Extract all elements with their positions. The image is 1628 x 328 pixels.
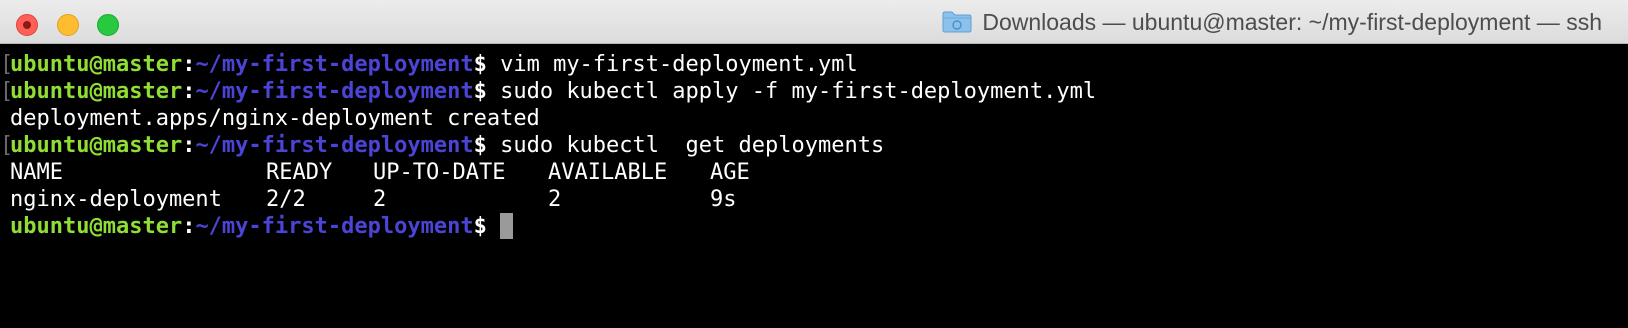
terminal-line: [ubuntu@master:~/my-first-deployment$ vi… xyxy=(0,51,1628,78)
prompt-symbol: $ xyxy=(473,79,487,104)
prompt-user-host: ubuntu@master xyxy=(10,133,183,158)
prompt-user-host: ubuntu@master xyxy=(10,214,183,239)
prompt-user-host: ubuntu@master xyxy=(10,52,183,77)
terminal-line: [ubuntu@master:~/my-first-deployment$ su… xyxy=(0,78,1628,105)
text-cursor[interactable] xyxy=(500,213,514,239)
maximize-button[interactable] xyxy=(97,14,119,36)
prompt-separator: : xyxy=(182,214,196,239)
minimize-button[interactable] xyxy=(57,14,79,36)
table-cell: 2/2 xyxy=(266,187,306,212)
prompt-symbol: $ xyxy=(473,133,487,158)
close-icon xyxy=(23,21,31,29)
window-title-text: Downloads — ubuntu@master: ~/my-first-de… xyxy=(982,8,1602,35)
terminal-content[interactable]: [ubuntu@master:~/my-first-deployment$ vi… xyxy=(0,45,1628,328)
command-text: sudo kubectl get deployments xyxy=(486,133,885,158)
window-title: Downloads — ubuntu@master: ~/my-first-de… xyxy=(942,9,1602,35)
line-bracket: [ xyxy=(0,52,14,77)
table-row: nginx-deployment 2/2 2 2 9s xyxy=(0,186,1628,213)
prompt-symbol: $ xyxy=(473,52,487,77)
prompt-separator: : xyxy=(182,79,196,104)
prompt-path: ~/my-first-deployment xyxy=(195,79,474,104)
output-text: deployment.apps/nginx-deployment created xyxy=(10,106,540,131)
table-header-cell: AGE xyxy=(710,160,750,185)
table-header-cell: AVAILABLE xyxy=(548,160,668,185)
prompt-symbol: $ xyxy=(473,214,487,239)
title-bar[interactable]: Downloads — ubuntu@master: ~/my-first-de… xyxy=(0,0,1628,44)
line-bracket: [ xyxy=(0,133,14,158)
close-button[interactable] xyxy=(16,14,38,36)
table-header-row: NAME READY UP-TO-DATE AVAILABLE AGE xyxy=(0,159,1628,186)
table-header-cell: UP-TO-DATE xyxy=(373,160,506,185)
table-cell: 2 xyxy=(373,187,387,212)
prompt-separator: : xyxy=(182,133,196,158)
folder-icon xyxy=(942,11,972,33)
table-header-cell: READY xyxy=(266,160,333,185)
table-cell: 9s xyxy=(710,187,737,212)
prompt-path: ~/my-first-deployment xyxy=(195,133,474,158)
line-bracket: [ xyxy=(0,79,14,104)
terminal-line: [ubuntu@master:~/my-first-deployment$ su… xyxy=(0,132,1628,159)
terminal-output-line: deployment.apps/nginx-deployment created xyxy=(0,105,1628,132)
prompt-path: ~/my-first-deployment xyxy=(195,52,474,77)
prompt-user-host: ubuntu@master xyxy=(10,79,183,104)
table-header-cell: NAME xyxy=(10,160,63,185)
terminal-prompt-line[interactable]: ubuntu@master:~/my-first-deployment$ xyxy=(0,213,1628,240)
table-cell: nginx-deployment xyxy=(10,187,222,212)
command-text: sudo kubectl apply -f my-first-deploymen… xyxy=(486,79,1097,104)
command-text: vim my-first-deployment.yml xyxy=(486,52,858,77)
terminal-window: Downloads — ubuntu@master: ~/my-first-de… xyxy=(0,0,1628,328)
prompt-path: ~/my-first-deployment xyxy=(195,214,474,239)
table-cell: 2 xyxy=(548,187,562,212)
prompt-separator: : xyxy=(182,52,196,77)
